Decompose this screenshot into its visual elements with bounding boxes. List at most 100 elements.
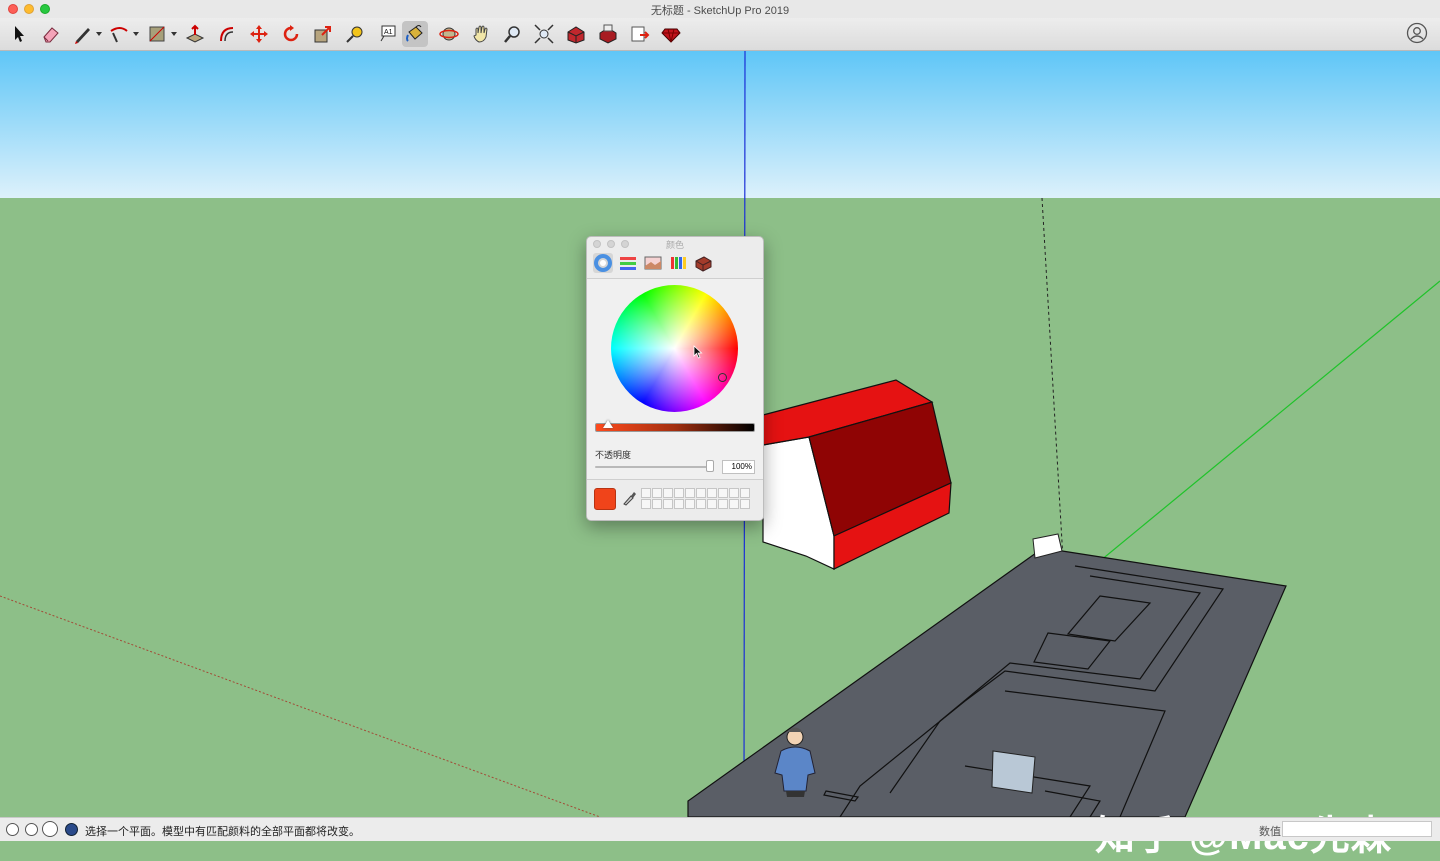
scale-icon: [314, 26, 331, 43]
warehouse-tool-button[interactable]: [563, 21, 589, 47]
zoom-tool-button[interactable]: [500, 21, 526, 47]
eyedropper-icon[interactable]: [622, 490, 636, 506]
opacity-slider[interactable]: [595, 466, 712, 468]
opacity-slider-knob[interactable]: [706, 460, 714, 472]
extension-warehouse-tool-button[interactable]: [595, 21, 621, 47]
title-bar: 无标题 - SketchUp Pro 2019: [0, 0, 1440, 19]
color-slot[interactable]: [652, 499, 662, 509]
color-mode-tabs: [587, 250, 763, 279]
color-slot[interactable]: [707, 499, 717, 509]
opacity-label: 不透明度: [595, 450, 632, 460]
move-icon: [250, 25, 268, 43]
instructor-icon[interactable]: [65, 823, 78, 836]
arc-icon: [110, 27, 128, 43]
pan-tool-button[interactable]: [468, 21, 494, 47]
arc-tool-dropdown[interactable]: [133, 32, 139, 36]
text-tool-button[interactable]: A1: [374, 21, 400, 47]
current-color-swatch[interactable]: [594, 488, 616, 510]
credits-icon[interactable]: [25, 823, 38, 836]
rectangle-icon: [149, 26, 165, 42]
color-slot[interactable]: [729, 488, 739, 498]
rotate-tool-button[interactable]: [278, 21, 304, 47]
line-tool-dropdown[interactable]: [96, 32, 102, 36]
color-slot[interactable]: [696, 488, 706, 498]
paint-bucket-icon: [406, 25, 423, 42]
color-slot[interactable]: [663, 488, 673, 498]
warehouse-icon: [567, 26, 585, 44]
color-slot[interactable]: [740, 499, 750, 509]
move-tool-button[interactable]: [246, 21, 272, 47]
shape-tool-dropdown[interactable]: [171, 32, 177, 36]
color-panel-footer: [587, 479, 763, 520]
color-swatch-slots: [641, 488, 751, 509]
measurements-label: 数值: [1259, 826, 1281, 838]
eraser-icon: [43, 27, 59, 43]
zoom-extents-icon: [534, 24, 554, 44]
shape-tool-button[interactable]: [144, 21, 170, 47]
color-slot[interactable]: [718, 499, 728, 509]
window-title: 无标题 - SketchUp Pro 2019: [650, 5, 790, 17]
tab-color-sliders[interactable]: [618, 253, 638, 273]
eraser-tool-button[interactable]: [38, 21, 64, 47]
color-slot[interactable]: [674, 488, 684, 498]
offset-tool-button[interactable]: [214, 21, 240, 47]
tab-color-pencils[interactable]: [668, 253, 688, 273]
color-wheel-icon: [594, 254, 612, 272]
tab-color-wheel[interactable]: [593, 253, 613, 273]
color-slot[interactable]: [685, 499, 695, 509]
zoom-extents-tool-button[interactable]: [531, 21, 557, 47]
status-bar: 选择一个平面。模型中有匹配颜料的全部平面都将改变。 数值: [0, 817, 1440, 841]
hand-icon: [473, 25, 488, 43]
pencil-icon: [75, 28, 90, 44]
tab-materials[interactable]: [693, 253, 713, 273]
brightness-slider[interactable]: [595, 423, 755, 432]
opacity-value-field[interactable]: 100%: [722, 460, 755, 474]
user-icon[interactable]: [42, 821, 58, 837]
color-slot[interactable]: [685, 488, 695, 498]
color-slot[interactable]: [674, 499, 684, 509]
arc-tool-button[interactable]: [106, 21, 132, 47]
color-slot[interactable]: [696, 499, 706, 509]
scale-tool-button[interactable]: [310, 21, 336, 47]
sky: [0, 51, 1440, 198]
extension-manager-tool-button[interactable]: [658, 21, 684, 47]
color-slot[interactable]: [641, 499, 651, 509]
extension-warehouse-icon: [599, 24, 617, 44]
push-pull-tool-button[interactable]: [182, 21, 208, 47]
color-slot[interactable]: [740, 488, 750, 498]
orbit-icon: [439, 27, 459, 41]
send-to-layout-icon: [631, 26, 650, 42]
color-slot[interactable]: [707, 488, 717, 498]
sliders-icon: [620, 257, 636, 270]
line-tool-button[interactable]: [70, 21, 96, 47]
ruby-icon: [661, 28, 681, 43]
geo-location-icon[interactable]: [6, 823, 19, 836]
color-slot[interactable]: [652, 488, 662, 498]
mouse-pointer-icon: [693, 345, 703, 359]
svg-text:A1: A1: [384, 29, 393, 36]
color-wheel-selector[interactable]: [718, 373, 727, 382]
color-slot[interactable]: [718, 488, 728, 498]
tab-color-image[interactable]: [643, 253, 663, 273]
orbit-tool-button[interactable]: [436, 21, 462, 47]
image-palette-icon: [644, 256, 662, 270]
brightness-slider-knob[interactable]: [603, 420, 613, 428]
brick-icon: [695, 256, 712, 272]
color-panel: 颜色 不透明度 100%: [586, 236, 764, 521]
status-message: 选择一个平面。模型中有匹配颜料的全部平面都将改变。: [85, 826, 360, 838]
offset-icon: [220, 27, 234, 42]
tape-measure-icon: [346, 26, 363, 43]
color-slot[interactable]: [663, 499, 673, 509]
send-to-layout-tool-button[interactable]: [627, 21, 653, 47]
measurements-input[interactable]: [1282, 821, 1432, 837]
crayons-icon: [671, 257, 686, 269]
user-profile-icon[interactable]: [1406, 22, 1428, 44]
tape-measure-tool-button[interactable]: [342, 21, 368, 47]
color-wheel[interactable]: [611, 285, 738, 412]
color-slot[interactable]: [729, 499, 739, 509]
color-wheel-view: 不透明度 100%: [587, 279, 763, 479]
small-box: [991, 750, 1036, 794]
paint-bucket-tool-button[interactable]: [402, 21, 428, 47]
color-slot[interactable]: [641, 488, 651, 498]
select-tool-button[interactable]: [6, 21, 32, 47]
